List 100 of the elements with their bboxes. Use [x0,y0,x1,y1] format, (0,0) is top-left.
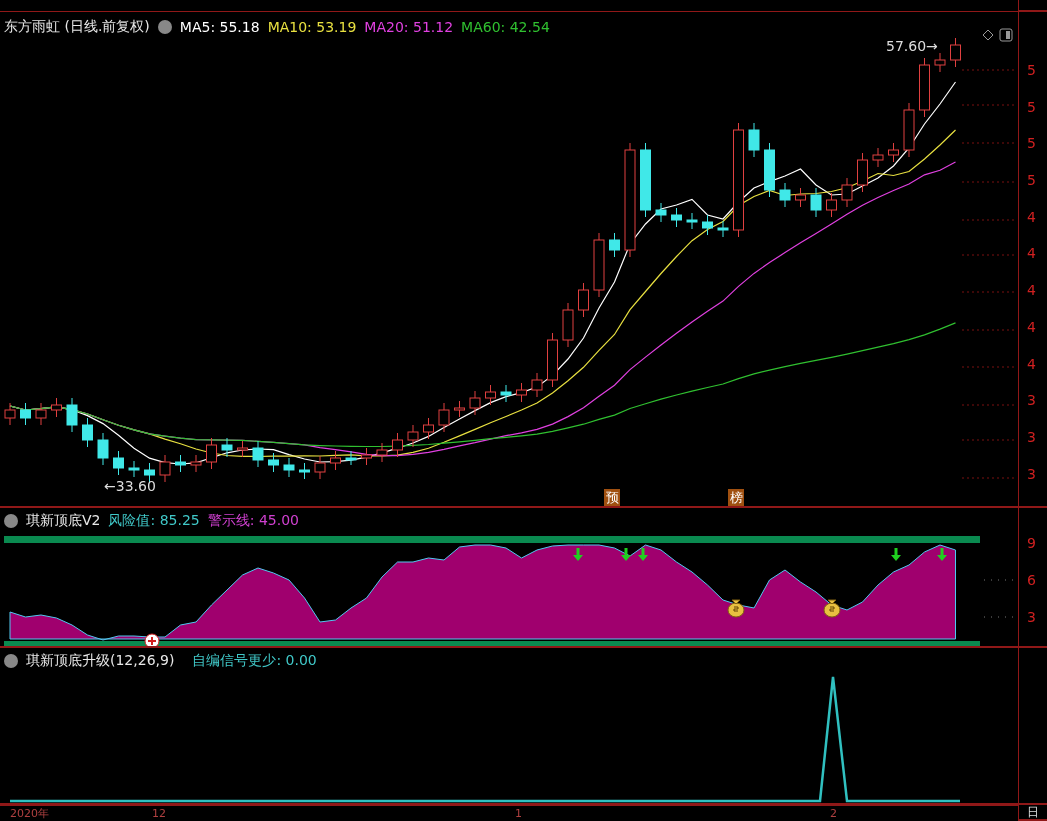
candlestick [578,282,589,318]
candlestick [702,214,713,236]
moving-average-value: MA20: 51.12 [364,19,454,35]
candlestick [299,462,310,480]
price-axis-label: 5 [1027,134,1037,154]
indicator-value: 风险值: 85.25 [108,512,200,530]
price-axis-label: 5 [1027,97,1037,117]
date-axis-label: 2 [830,807,837,820]
candlestick [237,440,248,458]
candlestick [144,462,155,483]
window-toggle-icon[interactable] [999,28,1013,42]
candlestick [330,450,341,471]
candlestick [764,142,775,198]
candlestick [423,417,434,440]
candlestick [872,147,884,168]
event-marker[interactable]: 预 [604,489,620,506]
candlestick [407,424,419,448]
candlestick [671,207,682,228]
low-price-label: ←33.60 [104,478,156,494]
price-axis-label: 3 [1027,464,1037,484]
moving-average-value: MA5: 55.18 [179,19,260,35]
diamond-icon[interactable] [982,29,994,41]
moving-average-value: MA60: 42.54 [461,19,550,35]
candlestick [376,442,388,463]
candlestick [888,142,899,163]
indicator-value: 自编信号更少: 0.00 [192,652,317,670]
dropdown-icon[interactable] [157,20,172,34]
price-axis-label: 4 [1027,244,1037,264]
candlestick [779,182,791,208]
candlestick [810,187,822,218]
price-axis-label: 4 [1027,354,1037,374]
plus-icon [144,633,160,646]
price-axis-label: 4 [1027,207,1037,227]
indicator-title: 琪新顶底V2 [26,512,101,530]
candlestick [113,450,124,476]
candlestick [516,382,527,403]
moving-average-value: MA10: 53.19 [267,19,357,35]
candlestick [686,212,698,230]
candlestick [159,454,171,483]
candlestick [826,192,837,218]
candlestick [361,447,372,466]
dropdown-icon[interactable] [4,514,18,528]
candlestick [547,332,558,388]
candlestick [438,402,450,433]
down-arrow-icon [937,548,947,561]
candlestick [748,122,760,158]
candlestick [919,57,930,118]
candlestick [252,440,264,468]
down-arrow-icon [891,548,901,561]
candlestick [20,402,31,426]
candlestick [82,417,93,448]
candlestick [795,187,806,208]
price-axis-label: 4 [1027,281,1037,301]
candlestick [454,400,465,418]
candlestick [934,52,946,73]
indicator-axis-label: 3 [1027,608,1037,627]
candlestick [35,402,47,426]
price-axis-label: 3 [1027,427,1037,447]
date-axis-label: 2020年 [10,807,49,820]
candlestick [655,202,667,223]
high-price-label: 57.60→ [886,38,938,54]
price-axis-label: 4 [1027,317,1037,337]
candlestick [283,457,295,478]
candlestick [221,437,233,458]
candlestick [531,372,543,398]
candlestick [128,460,140,478]
candlestick [593,232,605,298]
price-axis-label: 5 [1027,61,1037,80]
period-label[interactable]: 日 [1027,803,1039,821]
dropdown-icon[interactable] [4,654,18,668]
price-axis-label: 5 [1027,171,1037,191]
candlestick [206,437,217,470]
candlestick [268,452,279,473]
candlestick [609,232,620,258]
down-arrow-icon [621,548,631,561]
indicator-axis-label: 9 [1027,534,1037,553]
candlestick [485,384,496,406]
money-bag-icon [727,599,745,618]
money-bag-icon [823,599,841,618]
candlestick [190,454,202,473]
candlestick [51,397,62,418]
candlestick [4,402,16,426]
down-arrow-icon [573,548,583,561]
indicator-title: 琪新顶底升级(12,26,9) [26,652,175,670]
candlestick [562,302,574,348]
candlestick [392,432,403,458]
candlestick [717,220,729,238]
price-axis-label: 3 [1027,391,1037,411]
candlestick [66,397,78,433]
candlestick [841,177,853,208]
candlestick [903,102,915,158]
candlestick [469,390,481,416]
date-axis-label: 1 [515,807,522,820]
event-marker[interactable]: 榜 [728,489,744,506]
candlestick [857,152,868,193]
candlestick [950,37,961,68]
indicator-axis-label: 6 [1027,571,1037,590]
down-arrow-icon [638,548,648,561]
stock-title: 东方雨虹 (日线.前复权) [4,18,150,36]
candlestick [97,432,109,466]
